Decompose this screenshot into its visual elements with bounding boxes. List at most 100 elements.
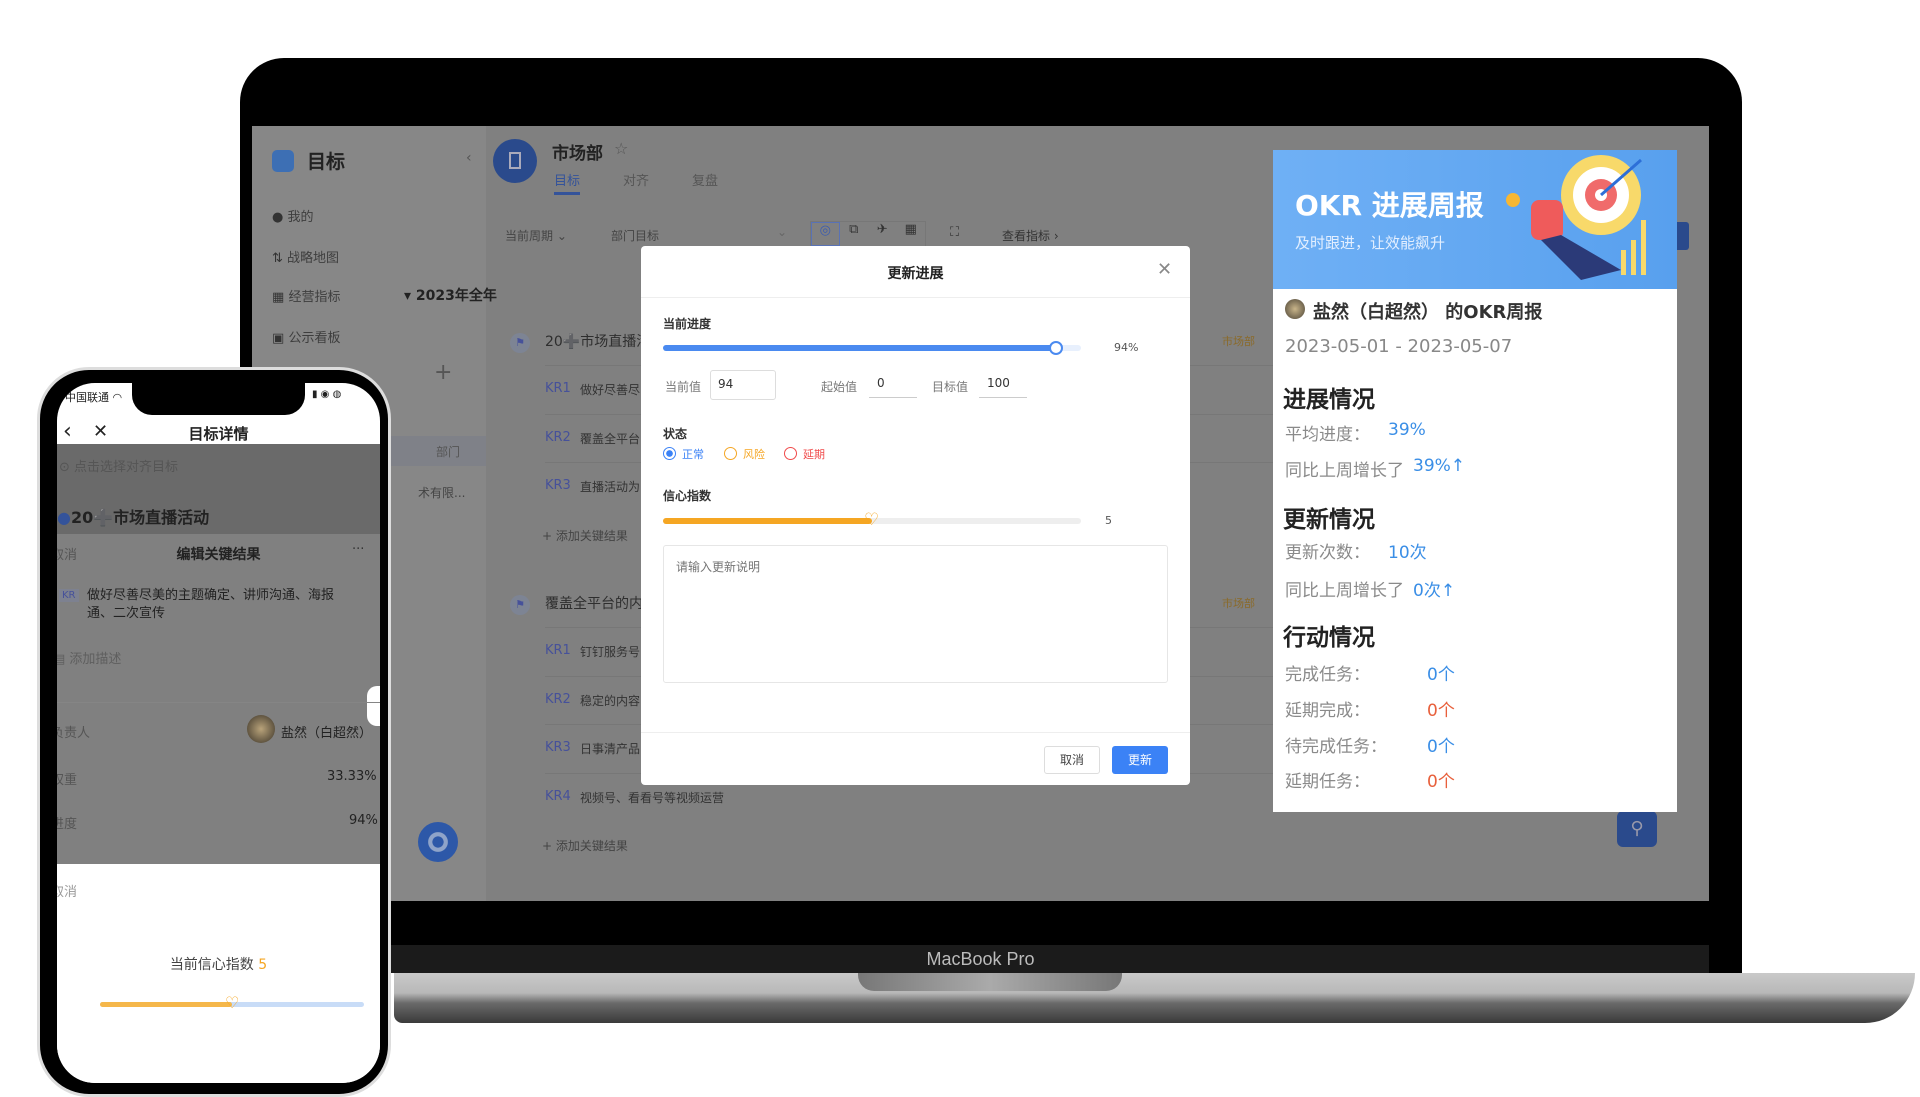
add-kr-button[interactable]: + 添加关键结果 [542,527,628,544]
radio-circle [784,447,797,460]
scope-select[interactable]: 部门目标 ⌄ [611,224,789,248]
progress-label: 进度 [57,817,78,832]
report-row-value: 0个 [1427,737,1455,757]
dimmed-objective-area: ⊙ 点击选择对齐目标 ●20➕市场直播活动 [57,444,380,534]
kr-text[interactable]: 做好尽善尽 [580,381,640,398]
kr-label: KR3 [545,740,571,755]
owner-avatar [247,715,275,743]
confidence-title: 当前信心指数 5 [169,957,268,973]
carrier-status: 中国联通 ◠ [65,391,123,404]
laptop-brand: MacBook Pro [926,949,1035,969]
objective-flag-icon: ⚑ [510,333,530,353]
bottom-cancel-button[interactable]: 取消 [57,881,77,900]
update-note-textarea[interactable] [663,545,1168,683]
cancel-button[interactable]: 取消 [1044,746,1100,774]
confidence-value: 5 [1105,514,1112,527]
close-icon[interactable]: ✕ [1157,259,1172,280]
progress-slider-thumb[interactable] [1048,341,1063,355]
current-value-input[interactable]: 94 [710,370,776,400]
report-section-heading: 更新情况 [1283,507,1375,533]
sidebar-item-metrics[interactable]: ▦ 经营指标 [272,286,340,305]
more-icon[interactable]: ··· [352,542,364,557]
kr-text[interactable]: 稳定的内容 [580,692,640,709]
tab-align[interactable]: 对齐 [623,170,649,189]
weight-label: 权重 [57,773,78,788]
report-row-label: 同比上周增长了 [1285,581,1404,601]
kr-text[interactable]: 钉钉服务号 [580,643,640,660]
tab-active-underline [554,192,580,195]
align-hint[interactable]: ⊙ 点击选择对齐目标 [59,456,178,475]
status-radio-1[interactable]: 风险 [724,446,780,462]
report-row-label: 更新次数： [1285,543,1370,563]
sidebar-collapse-button[interactable]: ‹ [466,150,472,166]
report-row-value: 10次 [1388,543,1427,563]
board-icon: ▣ [272,331,285,346]
confidence-label: 信心指数 [663,489,712,503]
favorite-star-icon[interactable]: ☆ [614,139,628,158]
report-row-value: 39% [1388,420,1426,440]
status-radio-2[interactable]: 延期 [784,446,840,462]
period-select[interactable]: 当前周期 ⌄ [505,227,567,244]
kr-label: KR3 [545,478,571,493]
dept-name: 市场部 [552,144,603,164]
kr-text[interactable]: 视频号、看看号等视频运营 [580,789,724,806]
okr-weekly-report-card: OKR 进展周报 及时跟进，让效能飙升 盐然（白超然） 的OKR周报 2023-… [1273,150,1677,812]
sidebar-item-company[interactable]: 术有限... [418,484,465,501]
sidebar-item-strategy[interactable]: ⇅ 战略地图 [272,247,339,266]
view-metrics-link[interactable]: 查看指标 › [1002,227,1059,244]
kr-text[interactable]: 日事清产品 [580,740,640,757]
run-icon[interactable]: ✈ [868,222,896,246]
report-banner: OKR 进展周报 及时跟进，让效能飙升 [1273,150,1677,289]
phone-notch [132,383,305,415]
phone-confidence-heart-thumb[interactable]: ♡ [225,994,239,1012]
add-button[interactable]: + [434,360,452,385]
view-toggle-group: ◎ ⧉ ✈ ▦ [810,221,926,247]
strategy-map-icon: ⇅ [272,251,283,266]
expand-icon[interactable]: ⛶ [950,225,959,240]
kr-label: KR4 [545,788,571,804]
progress-label: 当前进度 [663,317,712,331]
bookmark-icon [509,152,521,169]
tab-review[interactable]: 复盘 [692,170,718,189]
objective-title[interactable]: 覆盖全平台的内 [545,593,643,613]
tab-goals[interactable]: 目标 [554,170,580,189]
target-value-input[interactable]: 100 [979,372,1027,398]
target-icon[interactable] [418,822,458,862]
dept-avatar [493,139,537,183]
objective-flag-icon: ⚑ [510,595,530,615]
target-icon[interactable]: ◎ [811,222,840,246]
sidebar-item-mine[interactable]: ● 我的 [272,206,314,225]
add-description[interactable]: ▤ 添加描述 [57,648,121,667]
report-section-heading: 行动情况 [1283,625,1375,651]
divider [57,702,380,703]
weight-value: 33.33% [327,769,377,784]
add-kr-button[interactable]: + 添加关键结果 [542,837,628,854]
sidebar-item-board[interactable]: ▣ 公示看板 [272,327,340,346]
location-float-button[interactable]: ⚲ [1617,811,1657,847]
objective-title[interactable]: 20➕市场直播活 [545,331,650,351]
radio-circle [724,447,737,460]
start-value-input[interactable]: 0 [869,372,917,398]
wifi-icon: ◠ [112,391,123,404]
confidence-slider-fill [663,518,872,524]
phone-nav-title: 目标详情 [188,425,249,443]
laptop-base [394,973,1915,1023]
start-value-label: 起始值 [821,380,858,394]
objective-tag: 市场部 [1222,335,1255,348]
report-row-value: 0个 [1427,701,1455,721]
image-icon[interactable]: ⧉ [840,222,868,246]
phone-confidence-fill [100,1002,232,1007]
confidence-heart-thumb[interactable]: ♡ [864,511,879,529]
owner-name: 盐然（白超然） [281,726,373,741]
kr-text[interactable]: 直播活动为 [580,478,640,495]
status-radio-0[interactable]: 正常 [663,446,719,462]
banner-subtitle: 及时跟进，让效能飙升 [1295,234,1446,252]
kr-text[interactable]: 覆盖全平台 [580,430,640,447]
side-handle[interactable] [367,686,380,726]
report-row-value: 0个 [1427,772,1455,792]
kr-text-line2: 通、二次宣传 [87,606,166,621]
table-icon[interactable]: ▦ [897,222,925,246]
submit-update-button[interactable]: 更新 [1112,746,1168,774]
year-group-header[interactable]: ▾ 2023年全年 [404,285,497,305]
caret-down-icon: ▾ [404,288,412,304]
